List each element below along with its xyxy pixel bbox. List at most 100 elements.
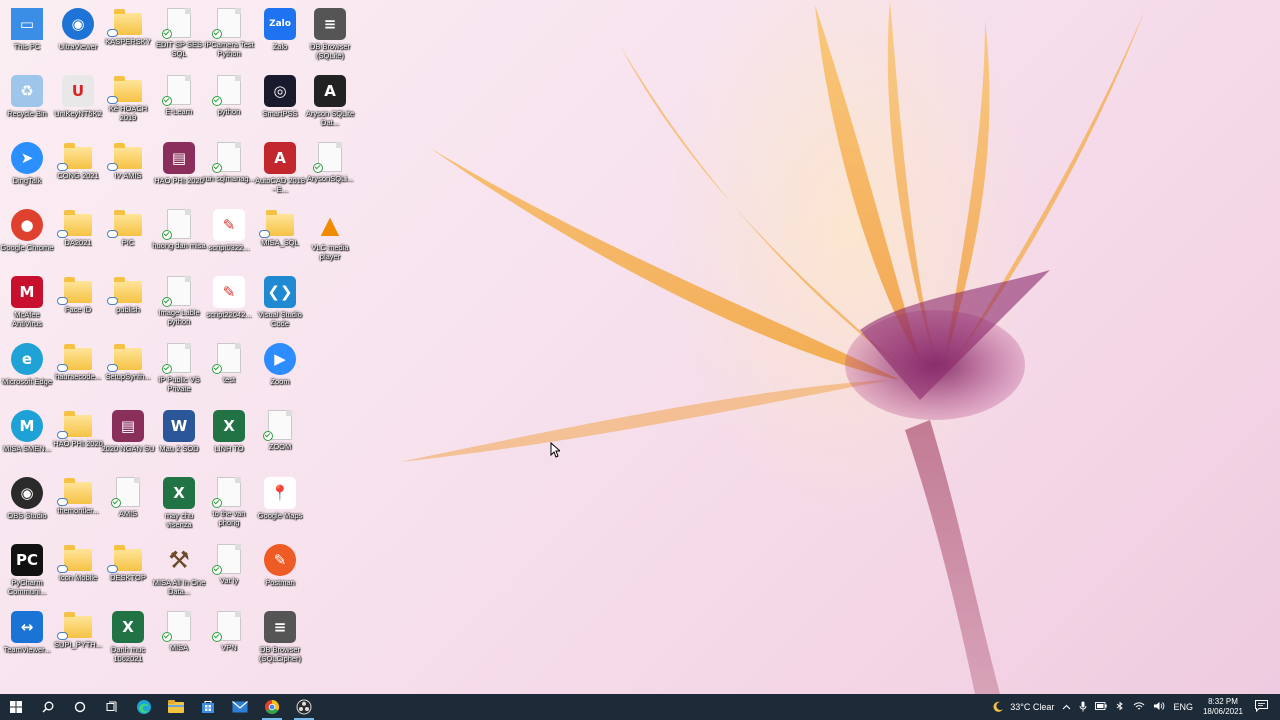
taskbar-chrome[interactable]	[256, 694, 288, 720]
desktop-icon-label: TeamViewer...	[3, 645, 51, 654]
desktop-icon[interactable]: test	[202, 339, 256, 405]
doc-icon	[212, 142, 241, 173]
taskbar-clock[interactable]: 8:32 PM 18/06/2021	[1203, 697, 1243, 717]
desktop-icon-label: SmartPSS	[262, 109, 298, 118]
desktop-icon[interactable]: ♻ Recycle Bin	[0, 71, 54, 137]
desktop-icon[interactable]: KASPERSKY	[101, 4, 155, 70]
chevron-up-icon	[1063, 704, 1071, 710]
desktop-icon[interactable]: ✎ Postman	[253, 540, 307, 606]
input-language-button[interactable]: ENG	[1173, 702, 1193, 712]
desktop-icon-label: DA2021	[64, 238, 92, 247]
desktop-icon[interactable]: MISA	[152, 607, 206, 673]
battery-button[interactable]	[1095, 702, 1108, 712]
desktop-icon[interactable]: ⚒ MISA All In One Data...	[152, 540, 206, 606]
desktop-icon[interactable]: Face ID	[51, 272, 105, 338]
desktop-icon[interactable]: PC PyCharm Communi...	[0, 540, 54, 606]
desktop-icon[interactable]: W Mau 2 SOD	[152, 406, 206, 472]
desktop-icon-label: HAO PHI 2020	[53, 439, 103, 448]
desktop-icon[interactable]: ≡ DB Browser (SQLite)	[303, 4, 357, 70]
desktop-icon-label: MISA SMEN...	[3, 444, 51, 453]
desktop-icon[interactable]: ✎ script22042...	[202, 272, 256, 338]
desktop-icon[interactable]: ✎ script0322...	[202, 205, 256, 271]
desktop-icon[interactable]: ▤ 2020 NGAN SU	[101, 406, 155, 472]
desktop-icon[interactable]: DESKTOP	[101, 540, 155, 606]
desktop-icon[interactable]: M McAfee AntiVirus	[0, 272, 54, 338]
desktop-icon[interactable]: ● Google Chrome	[0, 205, 54, 271]
notification-center-button[interactable]	[1255, 700, 1268, 714]
desktop-icon-label: huong dan misa	[152, 241, 206, 250]
desktop-icon[interactable]: ZOOM	[253, 406, 307, 472]
desktop-icon-label: VPN	[221, 643, 237, 652]
desktop-icon[interactable]: DA2021	[51, 205, 105, 271]
desktop-icon[interactable]: Xmay chu visenza	[152, 473, 206, 539]
desktop-icon[interactable]: Zalo Zalo	[253, 4, 307, 70]
desktop-icon[interactable]: VPN	[202, 607, 256, 673]
desktop-icon[interactable]: X LINH TO	[202, 406, 256, 472]
desktop-icon[interactable]: M MISA SMEN...	[0, 406, 54, 472]
desktop-icon[interactable]: IV AMIS	[101, 138, 155, 204]
pc-icon: ▭	[11, 8, 43, 40]
desktop-icon[interactable]: ◉ OBS Studio	[0, 473, 54, 539]
show-hidden-icons-button[interactable]	[1062, 702, 1071, 712]
desktop-icon[interactable]: IPCamera Test Python	[202, 4, 256, 70]
desktop-icon[interactable]: AMIS	[101, 473, 155, 539]
desktop-icon[interactable]: themontler...	[51, 473, 105, 539]
desktop-icon[interactable]: ▤ HAO PHI 2020	[152, 138, 206, 204]
desktop-icon[interactable]: ▶ Zoom	[253, 339, 307, 405]
desktop-icon[interactable]: publish	[101, 272, 155, 338]
desktop-icon[interactable]: A AutoCAD 2018 - E...	[253, 138, 307, 204]
desktop-icon[interactable]: huong dan misa	[152, 205, 206, 271]
desktop-icon[interactable]: ArysonSQLi...	[303, 138, 357, 204]
desktop-icon[interactable]: HAO PHI 2020	[51, 406, 105, 472]
desktop-icon-label: Visual Studio Code	[258, 310, 302, 328]
cortana-button[interactable]	[64, 694, 96, 720]
desktop-icon[interactable]: ◉ UltraViewer	[51, 4, 105, 70]
desktop-icon[interactable]: IP Public VS Private	[152, 339, 206, 405]
task-view-button[interactable]	[96, 694, 128, 720]
microphone-button[interactable]	[1079, 701, 1087, 714]
desktop-icon[interactable]: Image Lable python	[152, 272, 206, 338]
postman-icon: ✎	[264, 544, 296, 576]
desktop-icon[interactable]: X Danh muc 1062021	[101, 607, 155, 673]
folder-icon	[107, 545, 142, 573]
desktop-icon[interactable]: ❮❯ Visual Studio Code	[253, 272, 307, 338]
desktop-icon[interactable]: Icon Mobile	[51, 540, 105, 606]
desktop-icon[interactable]: 📍 Google Maps	[253, 473, 307, 539]
taskbar-search-button[interactable]	[32, 694, 64, 720]
doc-icon	[212, 611, 241, 642]
desktop-icon[interactable]: ≡ DB Browser (SQLCipher)	[253, 607, 307, 673]
desktop-icon[interactable]: python	[202, 71, 256, 137]
taskbar-obs[interactable]	[288, 694, 320, 720]
desktop-icon[interactable]: ↔ TeamViewer...	[0, 607, 54, 673]
desktop-icon[interactable]: Kế HOẠCH 2019	[101, 71, 155, 137]
weather-widget[interactable]: 33°C Clear	[992, 701, 1054, 713]
desktop-icon[interactable]: run sqlmanag...	[202, 138, 256, 204]
desktop-icon[interactable]: ◎ SmartPSS	[253, 71, 307, 137]
desktop-icon[interactable]: CONG 2021	[51, 138, 105, 204]
volume-button[interactable]	[1153, 701, 1165, 713]
start-button[interactable]	[0, 694, 32, 720]
desktop-icon[interactable]: A Aryson SQLite Dat...	[303, 71, 357, 137]
folder-icon	[107, 9, 142, 37]
desktop-icon[interactable]: ▭ This PC	[0, 4, 54, 70]
taskbar-file-explorer[interactable]	[160, 694, 192, 720]
taskbar-mail[interactable]	[224, 694, 256, 720]
desktop-icon[interactable]: Vat ly	[202, 540, 256, 606]
desktop-icon[interactable]: hauraecode...	[51, 339, 105, 405]
desktop-icon[interactable]: ▲ VLC media player	[303, 205, 357, 271]
desktop-icon[interactable]: SUPI_PYTH...	[51, 607, 105, 673]
taskbar-edge[interactable]	[128, 694, 160, 720]
desktop-icon[interactable]: e Microsoft Edge	[0, 339, 54, 405]
taskbar-store[interactable]	[192, 694, 224, 720]
wifi-button[interactable]	[1133, 701, 1145, 713]
bluetooth-button[interactable]	[1115, 701, 1125, 713]
desktop-icon[interactable]: to the van phong	[202, 473, 256, 539]
desktop-icon[interactable]: PIC	[101, 205, 155, 271]
desktop-icon[interactable]: EDIT SP SES SQL	[152, 4, 206, 70]
desktop-icon[interactable]: E-Learn	[152, 71, 206, 137]
desktop-icon[interactable]: MISA_SQL	[253, 205, 307, 271]
desktop-icon[interactable]: ➤ DingTalk	[0, 138, 54, 204]
desktop-icon[interactable]: U UniKeyNT5K2	[51, 71, 105, 137]
desktop-icon[interactable]: SetupSynth...	[101, 339, 155, 405]
pycharm-icon: PC	[11, 544, 43, 576]
